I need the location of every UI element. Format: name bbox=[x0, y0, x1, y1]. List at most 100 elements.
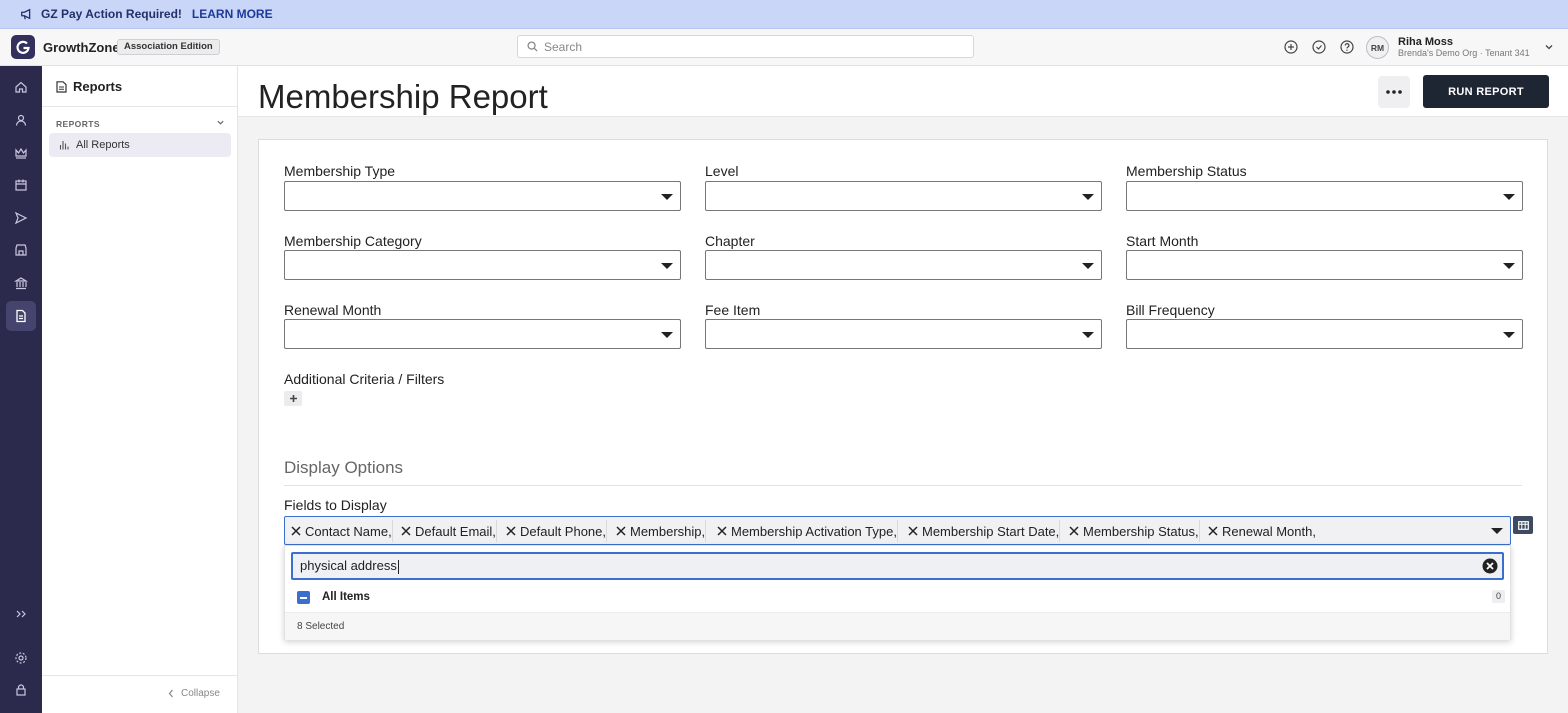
field-tag: Renewal Month, bbox=[1204, 520, 1316, 542]
logo-icon bbox=[16, 40, 30, 54]
field-tag: Membership Activation Type, bbox=[713, 520, 898, 542]
columns-icon bbox=[1517, 520, 1529, 530]
membership-type-select[interactable] bbox=[284, 181, 681, 211]
fee-item-label: Fee Item bbox=[705, 302, 761, 318]
fields-search-input[interactable]: physical address bbox=[291, 552, 1504, 580]
check-circle-icon[interactable] bbox=[1312, 40, 1326, 54]
renewal-month-select[interactable] bbox=[284, 319, 681, 349]
caret-down-icon bbox=[1503, 194, 1515, 200]
start-month-select[interactable] bbox=[1126, 250, 1523, 280]
field-tag: Default Email, bbox=[397, 520, 497, 542]
remove-icon[interactable] bbox=[506, 526, 516, 536]
growthzone-logo[interactable] bbox=[11, 35, 35, 59]
text-cursor bbox=[397, 559, 399, 574]
lock-icon[interactable] bbox=[14, 683, 28, 697]
collapse-button[interactable]: Collapse bbox=[168, 688, 220, 699]
remove-icon[interactable] bbox=[717, 526, 727, 536]
selected-count: 8 Selected bbox=[285, 612, 1510, 640]
more-options-button[interactable] bbox=[1378, 76, 1410, 108]
sidebar-title: Reports bbox=[56, 79, 122, 94]
edition-badge: Association Edition bbox=[117, 39, 220, 55]
caret-down-icon bbox=[1503, 332, 1515, 338]
chevron-down-icon[interactable] bbox=[216, 118, 225, 127]
store-icon[interactable] bbox=[14, 243, 28, 257]
user-avatar[interactable]: RM bbox=[1366, 36, 1389, 59]
remove-icon[interactable] bbox=[1069, 526, 1079, 536]
home-icon[interactable] bbox=[14, 80, 28, 94]
membership-category-select[interactable] bbox=[284, 250, 681, 280]
brand-name: GrowthZone bbox=[43, 40, 120, 55]
sidebar-title-text: Reports bbox=[73, 79, 123, 94]
remove-icon[interactable] bbox=[616, 526, 626, 536]
send-icon[interactable] bbox=[14, 211, 28, 225]
calendar-icon[interactable] bbox=[14, 178, 28, 192]
remove-icon[interactable] bbox=[291, 526, 301, 536]
field-tag-label: Membership Activation Type, bbox=[731, 523, 897, 539]
remove-icon[interactable] bbox=[401, 526, 411, 536]
run-report-button[interactable]: RUN REPORT bbox=[1423, 75, 1549, 108]
divider bbox=[42, 106, 238, 107]
megaphone-icon bbox=[21, 8, 31, 20]
more-icon bbox=[1386, 90, 1402, 94]
membership-status-label: Membership Status bbox=[1126, 163, 1247, 179]
caret-down-icon bbox=[661, 263, 673, 269]
fields-to-display-label: Fields to Display bbox=[284, 497, 387, 513]
field-tag: Default Phone, bbox=[502, 520, 608, 542]
caret-down-icon bbox=[1082, 194, 1094, 200]
crown-icon[interactable] bbox=[14, 146, 28, 160]
chevron-down-icon[interactable] bbox=[1544, 42, 1554, 52]
sidebar-item-label: All Reports bbox=[76, 139, 130, 151]
bill-frequency-select[interactable] bbox=[1126, 319, 1523, 349]
caret-down-icon bbox=[1503, 263, 1515, 269]
all-items-row[interactable]: All Items 0 bbox=[285, 585, 1512, 611]
learn-more-link[interactable]: LEARN MORE bbox=[192, 7, 273, 21]
fee-item-select[interactable] bbox=[705, 319, 1102, 349]
announcement-banner: GZ Pay Action Required! LEARN MORE bbox=[0, 0, 1568, 29]
gear-icon[interactable] bbox=[14, 651, 28, 665]
caret-down-icon bbox=[661, 194, 673, 200]
level-label: Level bbox=[705, 163, 739, 179]
fields-to-display-multiselect[interactable]: Contact Name, Default Email, Default Pho… bbox=[284, 516, 1511, 545]
chevron-left-icon bbox=[168, 689, 173, 698]
indeterminate-checkbox[interactable] bbox=[297, 591, 310, 604]
field-tag-label: Membership Start Date, bbox=[922, 523, 1060, 539]
search-placeholder: Search bbox=[544, 39, 583, 54]
caret-down-icon[interactable] bbox=[1491, 528, 1503, 534]
level-select[interactable] bbox=[705, 181, 1102, 211]
page-title: Membership Report bbox=[258, 78, 548, 115]
chapter-label: Chapter bbox=[705, 233, 755, 249]
add-criteria-button[interactable] bbox=[284, 391, 302, 406]
additional-criteria-label: Additional Criteria / Filters bbox=[284, 371, 445, 387]
help-icon[interactable] bbox=[1340, 40, 1354, 54]
search-icon bbox=[527, 41, 538, 52]
fields-search-value: physical address bbox=[300, 558, 397, 573]
banner-message: GZ Pay Action Required! bbox=[41, 7, 182, 21]
sidebar-item-all-reports[interactable]: All Reports bbox=[49, 133, 231, 157]
reports-icon[interactable] bbox=[14, 309, 28, 323]
global-search-input[interactable]: Search bbox=[517, 35, 974, 58]
collapse-label: Collapse bbox=[181, 688, 220, 699]
clear-search-icon[interactable] bbox=[1482, 558, 1498, 574]
chapter-select[interactable] bbox=[705, 250, 1102, 280]
field-tag-label: Default Phone, bbox=[520, 523, 607, 539]
user-name[interactable]: Riha Moss bbox=[1398, 36, 1453, 48]
fields-dropdown-panel: physical address All Items 0 8 Selected bbox=[284, 545, 1511, 640]
add-circle-icon[interactable] bbox=[1284, 40, 1298, 54]
all-items-count: 0 bbox=[1492, 590, 1505, 603]
remove-icon[interactable] bbox=[1208, 526, 1218, 536]
renewal-month-label: Renewal Month bbox=[284, 302, 382, 318]
bank-icon[interactable] bbox=[14, 276, 28, 290]
membership-status-select[interactable] bbox=[1126, 181, 1523, 211]
display-options-title: Display Options bbox=[284, 458, 404, 477]
remove-icon[interactable] bbox=[908, 526, 918, 536]
field-tag-label: Membership, bbox=[630, 523, 706, 539]
membership-type-label: Membership Type bbox=[284, 163, 396, 179]
column-options-button[interactable] bbox=[1513, 516, 1533, 534]
document-icon bbox=[56, 80, 67, 93]
field-tag-label: Contact Name, bbox=[305, 523, 392, 539]
person-icon[interactable] bbox=[14, 113, 28, 127]
caret-down-icon bbox=[1082, 263, 1094, 269]
app-header: GrowthZone Association Edition Search RM… bbox=[0, 29, 1568, 66]
divider bbox=[284, 485, 1522, 486]
expand-icon[interactable] bbox=[14, 607, 28, 621]
